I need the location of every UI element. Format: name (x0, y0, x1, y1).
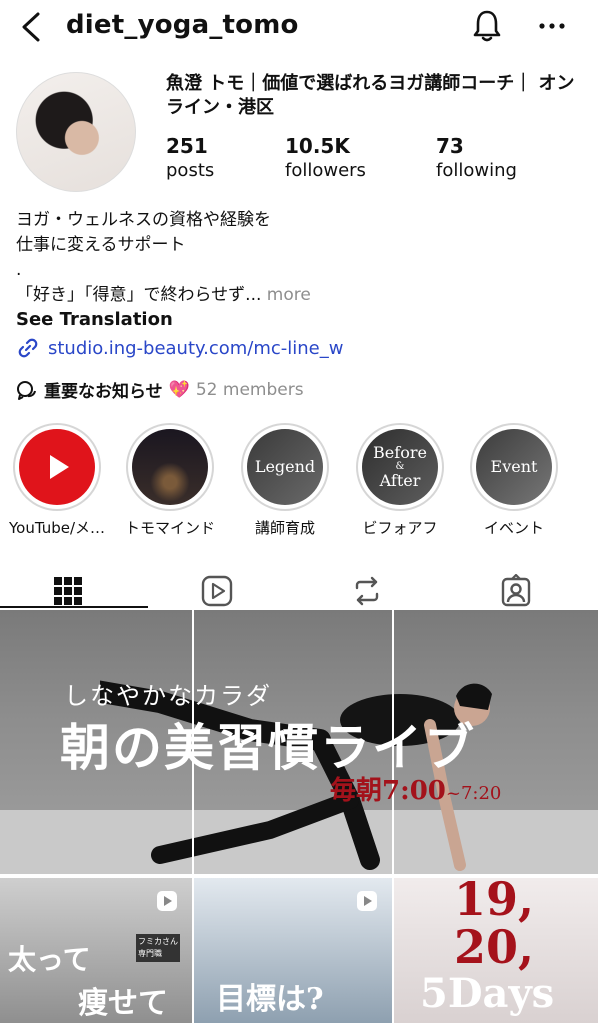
post-text: 目標は? (216, 982, 324, 1017)
highlight-ring (13, 423, 101, 511)
profile-username: diet_yoga_tomo (66, 10, 299, 40)
post-text: 20, (454, 920, 535, 974)
profile-display-name: 魚澄 トモ｜価値で選ばれるヨガ講師コーチ｜ オンライン・港区 (166, 73, 575, 118)
pinned-post-live[interactable]: しなやかなカラダ 朝の美習慣ライブ 毎朝7:00~7:20 (0, 610, 598, 874)
highlight-tomo-mind[interactable]: トモマインド (115, 423, 225, 538)
channel-name: 重要なお知らせ (44, 382, 163, 402)
stat-number: 73 (436, 134, 464, 158)
highlight-label: YouTube/メ… (8, 519, 106, 537)
cover-after: After (379, 471, 421, 490)
highlight-label: トモマインド (124, 519, 215, 537)
more-options-icon[interactable] (536, 10, 568, 40)
highlight-ring: Before & After (356, 423, 444, 511)
stat-number: 10.5K (285, 134, 350, 158)
post-badge: フミカさん 専門職 (136, 934, 180, 962)
back-arrow-icon[interactable] (18, 10, 46, 44)
highlight-legend[interactable]: Legend 講師育成 (230, 423, 340, 538)
bio-line: . (16, 260, 22, 280)
reel-indicator-icon (357, 891, 377, 911)
broadcast-channel[interactable]: 重要なお知らせ 💖 52 members (16, 377, 304, 402)
channel-emoji: 💖 (168, 379, 190, 400)
posts-grid: しなやかなカラダ 朝の美習慣ライブ 毎朝7:00~7:20 フミカさん 専門職 … (0, 610, 598, 1023)
repost-icon[interactable] (350, 574, 384, 608)
bio-line: ヨガ・ウェルネスの資格や経験を (16, 210, 271, 230)
highlight-cover: Legend (247, 429, 323, 505)
highlight-cover-image (132, 429, 208, 505)
post-time-main: 毎朝7:00 (330, 776, 446, 806)
highlight-cover: Before & After (362, 429, 438, 505)
posts-count[interactable]: 251 posts (166, 134, 214, 184)
bell-icon[interactable] (470, 8, 504, 44)
post-tile[interactable]: フミカさん 専門職 太って 痩せて (0, 878, 192, 1023)
highlight-before-after[interactable]: Before & After ビフォアフ (345, 423, 455, 538)
channel-members: 52 members (195, 379, 304, 400)
tagged-icon[interactable] (499, 574, 533, 608)
stat-label: followers (285, 160, 366, 181)
highlight-cover: Event (476, 429, 552, 505)
highlight-label: ビフォアフ (362, 519, 438, 537)
post-text: 痩せて (78, 986, 168, 1021)
highlight-ring: Event (470, 423, 558, 511)
highlight-youtube[interactable]: YouTube/メ… (2, 423, 112, 538)
website-url: studio.ing-beauty.com/mc-line_w (48, 337, 344, 359)
post-time: 毎朝7:00~7:20 (330, 770, 501, 807)
highlight-event[interactable]: Event イベント (459, 423, 569, 538)
see-translation-link[interactable]: See Translation (16, 309, 173, 330)
following-count[interactable]: 73 following (436, 134, 517, 184)
stat-label: posts (166, 160, 215, 181)
reel-indicator-icon (157, 891, 177, 911)
highlight-cover-text: Legend (254, 457, 316, 476)
profile-avatar[interactable] (16, 72, 136, 192)
grid-icon[interactable] (51, 574, 85, 608)
post-tile[interactable]: 目標は? (194, 878, 392, 1023)
cover-before: Before (373, 443, 427, 462)
post-tile[interactable]: 19, 20, 5Days (394, 878, 598, 1023)
bio-line-last: 「好き」「得意」で終わらせず... more (16, 283, 576, 308)
post-time-end: ~7:20 (445, 783, 502, 804)
active-tab-indicator (0, 606, 148, 608)
stat-number: 251 (166, 134, 208, 158)
link-icon (18, 338, 38, 358)
highlight-cover-text: Event (490, 457, 538, 476)
followers-count[interactable]: 10.5K followers (285, 134, 366, 184)
bio-line: 「好き」「得意」で終わらせず... (16, 285, 262, 305)
highlight-ring (126, 423, 214, 511)
highlight-ring: Legend (241, 423, 329, 511)
highlight-label: 講師育成 (254, 519, 315, 537)
bio-more-link[interactable]: more (267, 285, 311, 305)
post-text: 太って (8, 943, 91, 976)
post-subtitle: しなやかなカラダ (64, 682, 272, 710)
highlight-label: イベント (483, 519, 544, 537)
bio-line: 仕事に変えるサポート (16, 235, 186, 255)
post-text: 5Days (420, 970, 555, 1017)
profile-bio: ヨガ・ウェルネスの資格や経験を 仕事に変えるサポート . 「好き」「得意」で終わ… (16, 208, 576, 308)
top-bar: diet_yoga_tomo (0, 0, 598, 56)
profile-website-link[interactable]: studio.ing-beauty.com/mc-line_w (16, 336, 343, 360)
youtube-play-icon (19, 429, 95, 505)
stat-label: following (436, 160, 517, 181)
channel-chat-icon (17, 380, 36, 400)
reels-icon[interactable] (200, 574, 234, 608)
post-text: 19, (454, 878, 535, 926)
